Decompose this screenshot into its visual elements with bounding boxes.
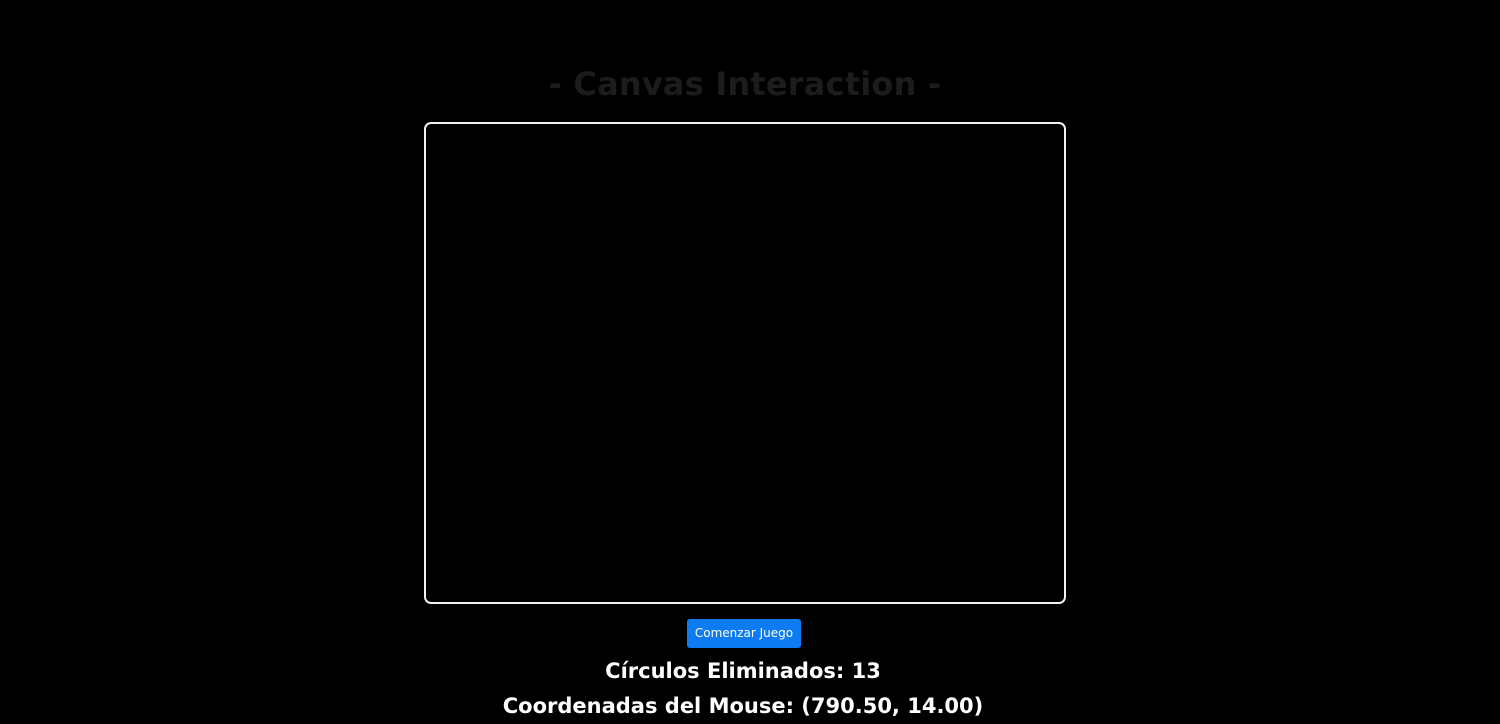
coords-value: (790.50, 14.00) bbox=[801, 694, 984, 718]
page-title: - Canvas Interaction - bbox=[548, 65, 942, 103]
page: - Canvas Interaction - Comenzar Juego Cí… bbox=[0, 0, 1500, 724]
game-canvas[interactable] bbox=[424, 122, 1066, 604]
mouse-coordinates-readout: Coordenadas del Mouse: (790.50, 14.00) bbox=[0, 691, 1486, 721]
start-game-button[interactable]: Comenzar Juego bbox=[687, 619, 801, 648]
coords-label: Coordenadas del Mouse: bbox=[502, 694, 794, 718]
circles-eliminated-counter: Círculos Eliminados: 13 bbox=[0, 656, 1486, 686]
score-label: Círculos Eliminados: bbox=[605, 659, 845, 683]
score-value: 13 bbox=[851, 659, 881, 683]
